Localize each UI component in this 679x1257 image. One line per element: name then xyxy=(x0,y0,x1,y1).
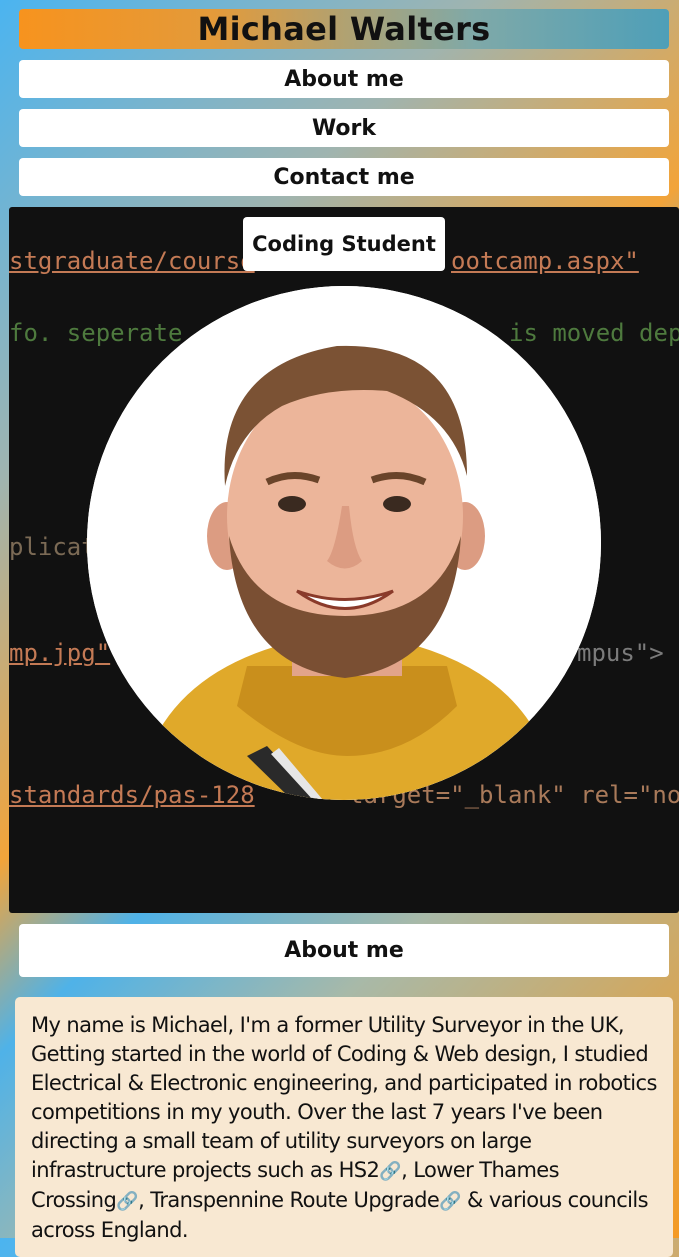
nav-contact-me-button[interactable]: Contact me xyxy=(19,158,669,196)
nav-about-me-button[interactable]: About me xyxy=(19,60,669,98)
about-me-text: My name is Michael, I'm a former Utility… xyxy=(15,997,673,1257)
site-header: Michael Walters xyxy=(19,9,669,49)
link-icon[interactable]: 🔗 xyxy=(116,1191,138,1212)
site-title: Michael Walters xyxy=(197,10,491,48)
code-line: mp.jpg" xyxy=(9,639,111,667)
code-line: standards/pas-128 xyxy=(9,781,255,809)
about-me-heading: About me xyxy=(19,924,669,977)
link-icon[interactable]: 🔗 xyxy=(379,1161,401,1182)
coding-student-badge: Coding Student xyxy=(243,217,445,271)
separator: , xyxy=(401,1158,414,1182)
nav-work-button[interactable]: Work xyxy=(19,109,669,147)
code-line: is moved dep xyxy=(509,319,679,347)
link-icon[interactable]: 🔗 xyxy=(439,1191,461,1212)
transpennine-route-upgrade-link[interactable]: Transpennine Route Upgrade xyxy=(150,1188,440,1212)
separator: , xyxy=(138,1188,151,1212)
about-text-part1: My name is Michael, I'm a former Utility… xyxy=(31,1013,657,1182)
profile-photo-illustration xyxy=(87,286,601,800)
code-line: ootcamp.aspx" xyxy=(451,247,639,275)
profile-photo xyxy=(87,286,601,800)
code-line: stgraduate/course xyxy=(9,247,255,275)
hs2-link[interactable]: HS2 xyxy=(339,1158,380,1182)
code-line: mpus"> xyxy=(577,639,664,667)
code-line: fo. seperate xyxy=(9,319,183,347)
code-line: plicat xyxy=(9,533,96,561)
hero-section: stgraduate/course ootcamp.aspx" fo. sepe… xyxy=(9,207,679,913)
